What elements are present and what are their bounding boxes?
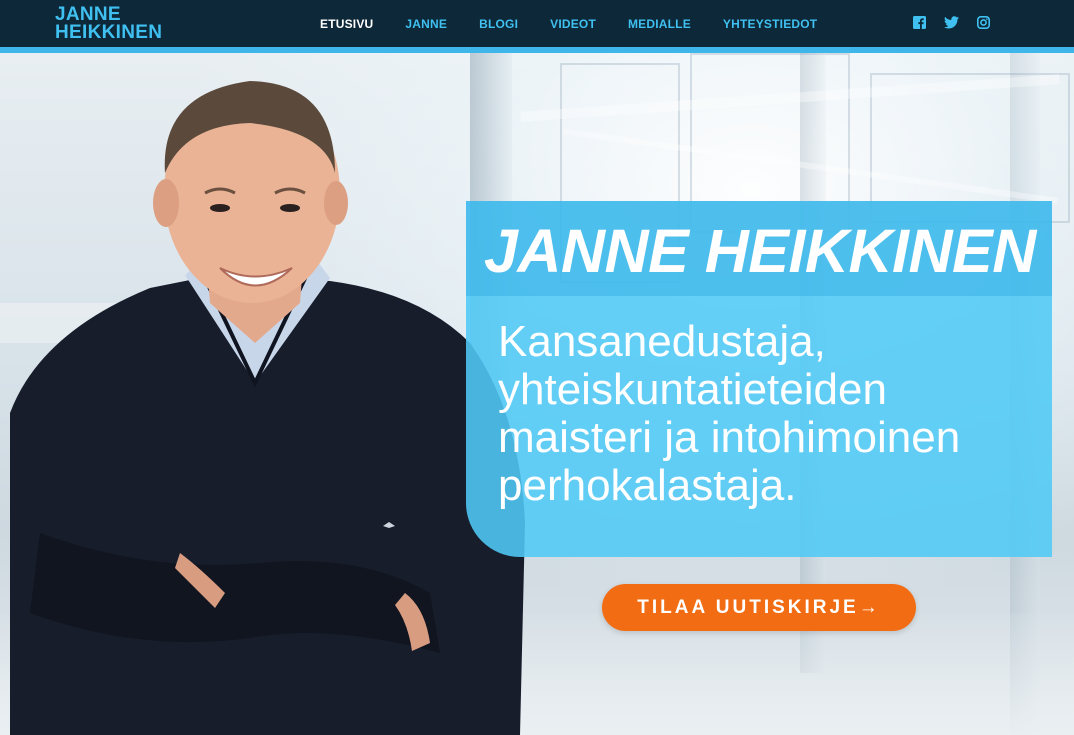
- hero-title: JANNE HEIKKINEN: [484, 217, 1036, 285]
- instagram-icon[interactable]: [974, 12, 992, 32]
- site-logo[interactable]: JANNE HEIKKINEN: [55, 5, 163, 43]
- top-navigation-bar: JANNE HEIKKINEN ETUSIVU JANNE BLOGI VIDE…: [0, 0, 1074, 47]
- nav-item-etusivu[interactable]: ETUSIVU: [304, 17, 389, 31]
- subscribe-newsletter-button[interactable]: TILAA UUTISKIRJE →: [602, 584, 916, 631]
- header-accent-line: [0, 47, 1074, 53]
- logo-line-2: HEIKKINEN: [55, 22, 163, 43]
- facebook-icon[interactable]: [910, 12, 928, 32]
- arrow-right-icon: →: [858, 596, 881, 618]
- nav-item-janne[interactable]: JANNE: [389, 17, 463, 31]
- main-nav: ETUSIVU JANNE BLOGI VIDEOT MEDIALLE YHTE…: [304, 0, 833, 47]
- cta-label: TILAA UUTISKIRJE: [637, 596, 859, 618]
- twitter-icon[interactable]: [942, 12, 960, 32]
- nav-item-blogi[interactable]: BLOGI: [463, 17, 534, 31]
- nav-item-videot[interactable]: VIDEOT: [534, 17, 612, 31]
- social-links: [910, 12, 992, 32]
- nav-item-medialle[interactable]: MEDIALLE: [612, 17, 707, 31]
- hero-subtitle: Kansanedustaja, yhteiskuntatieteiden mai…: [498, 317, 961, 510]
- nav-item-yhteystiedot[interactable]: YHTEYSTIEDOT: [707, 17, 833, 31]
